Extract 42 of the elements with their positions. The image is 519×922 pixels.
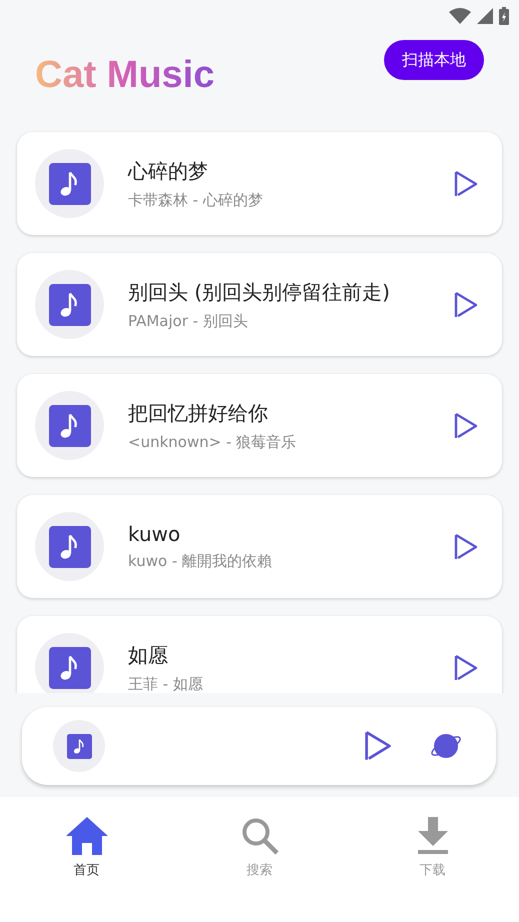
song-artist: PAMajor - 别回头 [128,312,249,330]
song-title: kuwo [128,522,182,546]
song-title: 心碎的梦 [128,158,209,184]
music-note-icon [48,526,90,568]
song-artist: kuwo - 離開我的依賴 [128,552,274,571]
scan-button[interactable]: 扫描本地 [384,40,484,80]
song-card[interactable]: kuwo kuwo - 離開我的依賴 [17,495,502,598]
music-note-icon [48,284,90,326]
battery-icon [499,7,509,25]
music-note-icon [48,404,90,446]
signal-icon [477,8,493,24]
music-note-icon [48,162,90,204]
song-card[interactable]: 如愿 王菲 - 如愿 [17,616,502,693]
play-button[interactable] [454,654,478,682]
song-title: 把回忆拼好给你 [128,400,269,426]
play-button[interactable] [454,412,478,440]
song-card[interactable]: 把回忆拼好给你 <unknown> - 狼莓音乐 [17,374,502,477]
music-note-icon [66,734,92,758]
play-button[interactable] [364,730,392,762]
search-icon [240,817,278,855]
play-icon [454,412,478,440]
play-icon [454,654,478,682]
song-card[interactable]: 别回头 (别回头别停留往前走) PAMajor - 别回头 [17,253,502,356]
play-button[interactable] [454,170,478,198]
play-icon [364,730,392,762]
play-icon [454,532,478,560]
planet-icon[interactable] [430,732,462,760]
song-artist: 卡带森林 - 心碎的梦 [128,190,264,210]
song-artist: 王菲 - 如愿 [128,674,204,693]
song-title: 别回头 (别回头别停留往前走) [128,278,391,306]
play-button[interactable] [454,532,478,560]
music-note-icon [48,646,90,688]
home-icon [66,817,108,855]
wifi-icon [449,8,471,24]
play-icon [454,170,478,198]
play-icon [454,290,478,318]
nav-tab[interactable]: 首页 [0,817,173,879]
song-title: 如愿 [128,642,169,668]
song-card[interactable]: 心碎的梦 卡带森林 - 心碎的梦 [17,132,502,235]
download-icon [416,817,448,855]
song-artist: <unknown> - 狼莓音乐 [128,432,298,452]
play-button[interactable] [454,290,478,318]
